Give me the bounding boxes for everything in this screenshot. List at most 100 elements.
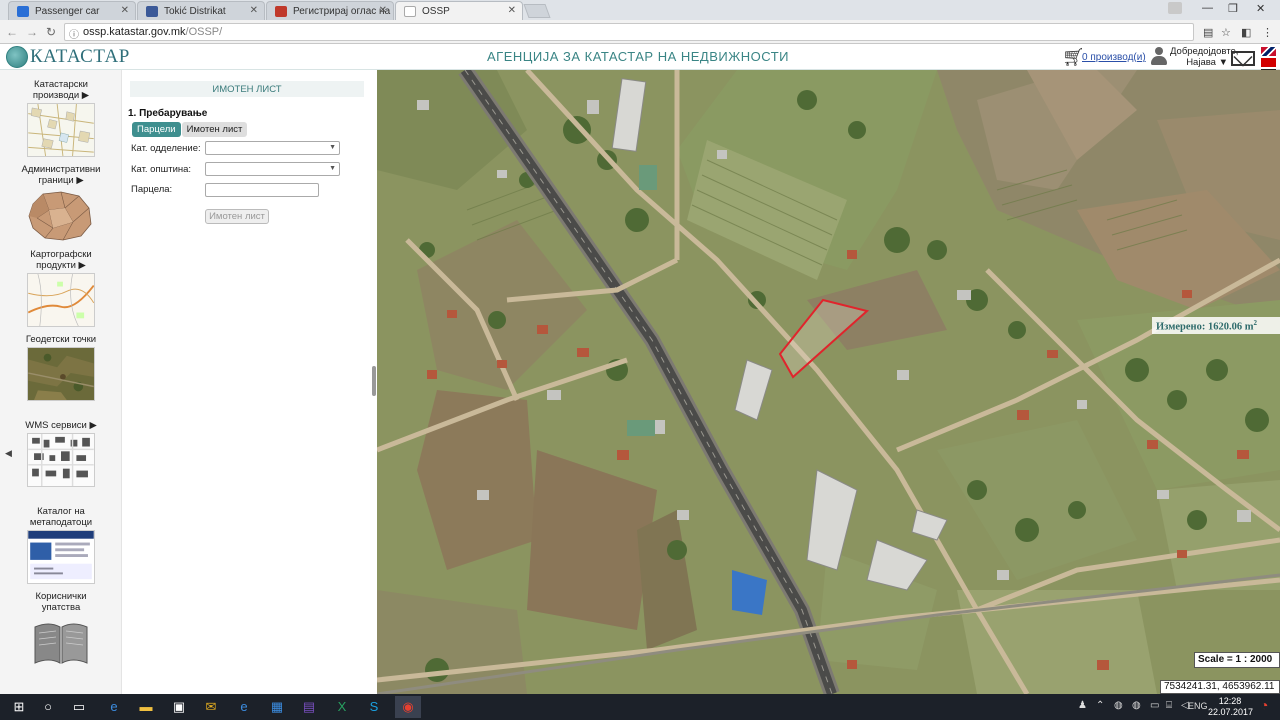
mail-app-icon[interactable]: ✉ (202, 698, 220, 716)
login-dropdown[interactable]: Најава ▼ (1170, 57, 1228, 68)
cadastre-map-thumbnail (27, 103, 95, 157)
extension-icon[interactable]: ◧ (1241, 26, 1251, 39)
windows-start-icon[interactable]: ⊞ (10, 698, 28, 716)
sidebar-item-label: Кориснички упатства (35, 591, 87, 613)
sidebar-item-label: Геодетски точки (25, 334, 97, 345)
site-favicon-icon (146, 6, 158, 17)
language-indicator[interactable]: ENG (1188, 701, 1208, 711)
sidebar-item-cadastre-products[interactable]: Катастарски производи ▶ (0, 79, 122, 157)
aerial-imagery (377, 70, 1280, 694)
windows-taskbar: ⊞ ○ ▭ e ▬ ▣ ✉ e ▦ ▤ X S ◉ ♟ ⌃ ◍ ◍ ▭ ⌸ ◁ … (0, 694, 1280, 720)
page-info-icon[interactable]: ⓘ (69, 26, 79, 41)
internet-explorer-icon[interactable]: e (235, 698, 253, 716)
file-explorer-icon[interactable]: ▬ (137, 698, 155, 716)
menu-icon[interactable]: ⋮ (1262, 26, 1273, 39)
app-header: КАТАСТАР АГЕНЦИЈА ЗА КАТАСТАР НА НЕДВИЖН… (0, 44, 1280, 70)
search-mode-tabs: Парцели Имотен лист (132, 122, 248, 137)
tab-ossp[interactable]: OSSP ✕ (395, 1, 523, 20)
topo-map-thumbnail (27, 273, 95, 327)
sidebar-item-wms-services[interactable]: WMS сервиси ▶ (0, 420, 122, 487)
search-icon[interactable]: ○ (39, 698, 57, 716)
clock-time: 12:28 (1218, 696, 1242, 706)
sidebar-item-user-manuals[interactable]: Кориснички упатства (0, 591, 122, 669)
reload-icon[interactable]: ↻ (46, 25, 56, 39)
macedonian-flag-icon[interactable] (1261, 58, 1276, 67)
tab-tokic-distrikat[interactable]: Tokić Distrikat ✕ (137, 1, 265, 20)
parcel-input[interactable] (205, 183, 319, 197)
sidebar-item-label: Административни граници ▶ (21, 164, 101, 186)
battery-icon[interactable]: ▭ (1150, 700, 1159, 711)
agency-title: АГЕНЦИЈА ЗА КАТАСТАР НА НЕДВИЖНОСТИ (487, 49, 789, 64)
tab-close-icon[interactable]: ✕ (121, 5, 129, 16)
tray-app-icon[interactable]: ◍ (1132, 700, 1141, 711)
edge-browser-icon[interactable]: e (105, 698, 123, 716)
bookmark-star-icon[interactable]: ☆ (1221, 26, 1231, 39)
welcome-block[interactable]: Добредојдовте, Најава ▼ (1170, 46, 1239, 68)
notification-icon[interactable]: ◔ (1260, 697, 1268, 713)
parcel-label: Парцела: (131, 184, 173, 195)
taskbar-clock[interactable]: 12:28 22.07.2017 (1208, 696, 1254, 718)
tab-label: Tokić Distrikat (164, 6, 226, 17)
panel-resize-handle[interactable] (372, 366, 376, 396)
back-icon[interactable]: ← (6, 25, 18, 39)
translate-icon[interactable]: ▤ (1203, 26, 1213, 39)
sidebar-item-admin-boundaries[interactable]: Административни граници ▶ (0, 164, 122, 242)
tab-property-sheet[interactable]: Имотен лист (181, 122, 248, 137)
url-path: /OSSP/ (185, 26, 223, 38)
step-heading: 1. Пребарување (128, 108, 208, 119)
mail-icon[interactable] (1231, 51, 1255, 66)
book-icon (27, 615, 95, 669)
tab-passenger-car[interactable]: Passenger car ✕ (8, 1, 136, 20)
new-tab-button[interactable] (523, 4, 551, 18)
clock-date: 22.07.2017 (1208, 707, 1254, 717)
map-view[interactable]: ✥ + − 💬︎ 🔍︎ i ▭ ◺ ⚲ ☰ (377, 70, 1280, 694)
department-select[interactable]: ▼ (205, 141, 340, 155)
tab-register-ad[interactable]: Регистрирај оглас на Ре ✕ (266, 1, 394, 20)
maximize-icon[interactable]: ❐ (1228, 2, 1238, 15)
tray-people-icon[interactable]: ♟ (1078, 700, 1087, 711)
tray-chevron-icon[interactable]: ⌃ (1096, 700, 1104, 711)
network-icon[interactable]: ⌸ (1166, 700, 1172, 711)
remote-desktop-icon[interactable]: ▦ (268, 698, 286, 716)
measurement-result: Измерено: 1620.06 m2 (1152, 317, 1280, 334)
tab-close-icon[interactable]: ✕ (379, 5, 387, 16)
measurement-unit-exponent: 2 (1253, 319, 1257, 327)
chevron-down-icon: ▼ (329, 165, 336, 172)
cart-link[interactable]: 0 производ(и) (1082, 52, 1146, 63)
municipality-select[interactable]: ▼ (205, 162, 340, 176)
user-icon (1150, 47, 1168, 66)
excel-icon[interactable]: X (333, 698, 351, 716)
municipality-label: Кат. општина: (131, 164, 192, 175)
tab-label: Passenger car (35, 6, 100, 17)
site-favicon-icon (275, 6, 287, 17)
tab-label: OSSP (422, 6, 450, 17)
department-label: Кат. одделение: (131, 143, 201, 154)
collapse-sidebar-icon[interactable]: ◀ (5, 448, 12, 459)
tray-app-icon[interactable]: ◍ (1114, 700, 1123, 711)
katastar-logo[interactable]: КАТАСТАР (6, 46, 130, 68)
property-sheet-button[interactable]: Имотен лист (205, 209, 269, 224)
english-flag-icon[interactable] (1261, 47, 1276, 56)
tab-close-icon[interactable]: ✕ (250, 5, 258, 16)
minimize-icon[interactable]: — (1202, 2, 1213, 14)
scale-indicator: Scale = 1 : 2000 (1194, 652, 1280, 668)
boundaries-map-thumbnail (27, 188, 95, 242)
task-view-icon[interactable]: ▭ (70, 698, 88, 716)
profile-icon[interactable] (1168, 2, 1182, 14)
sidebar-item-geodetic-points[interactable]: Геодетски точки (0, 334, 122, 401)
store-icon[interactable]: ▣ (170, 698, 188, 716)
app-icon[interactable]: ▤ (300, 698, 318, 716)
forward-icon[interactable]: → (26, 25, 38, 39)
tab-close-icon[interactable]: ✕ (508, 5, 516, 16)
sidebar-item-metadata-catalog[interactable]: Каталог на метаподатоци (0, 506, 122, 584)
tab-parcels[interactable]: Парцели (132, 122, 181, 137)
chrome-icon[interactable]: ◉ (395, 696, 421, 718)
skype-icon[interactable]: S (365, 698, 383, 716)
panel-title: ИМОТЕН ЛИСТ (130, 81, 364, 97)
window-close-icon[interactable]: ✕ (1256, 2, 1265, 15)
buildings-map-thumbnail (27, 433, 95, 487)
welcome-text: Добредојдовте, (1170, 46, 1239, 57)
site-favicon-icon (404, 6, 416, 17)
url-input[interactable]: ⓘ ossp.katastar.gov.mk/OSSP/ (64, 23, 1194, 41)
sidebar-item-cartographic-products[interactable]: Картографски продукти ▶ (0, 249, 122, 327)
